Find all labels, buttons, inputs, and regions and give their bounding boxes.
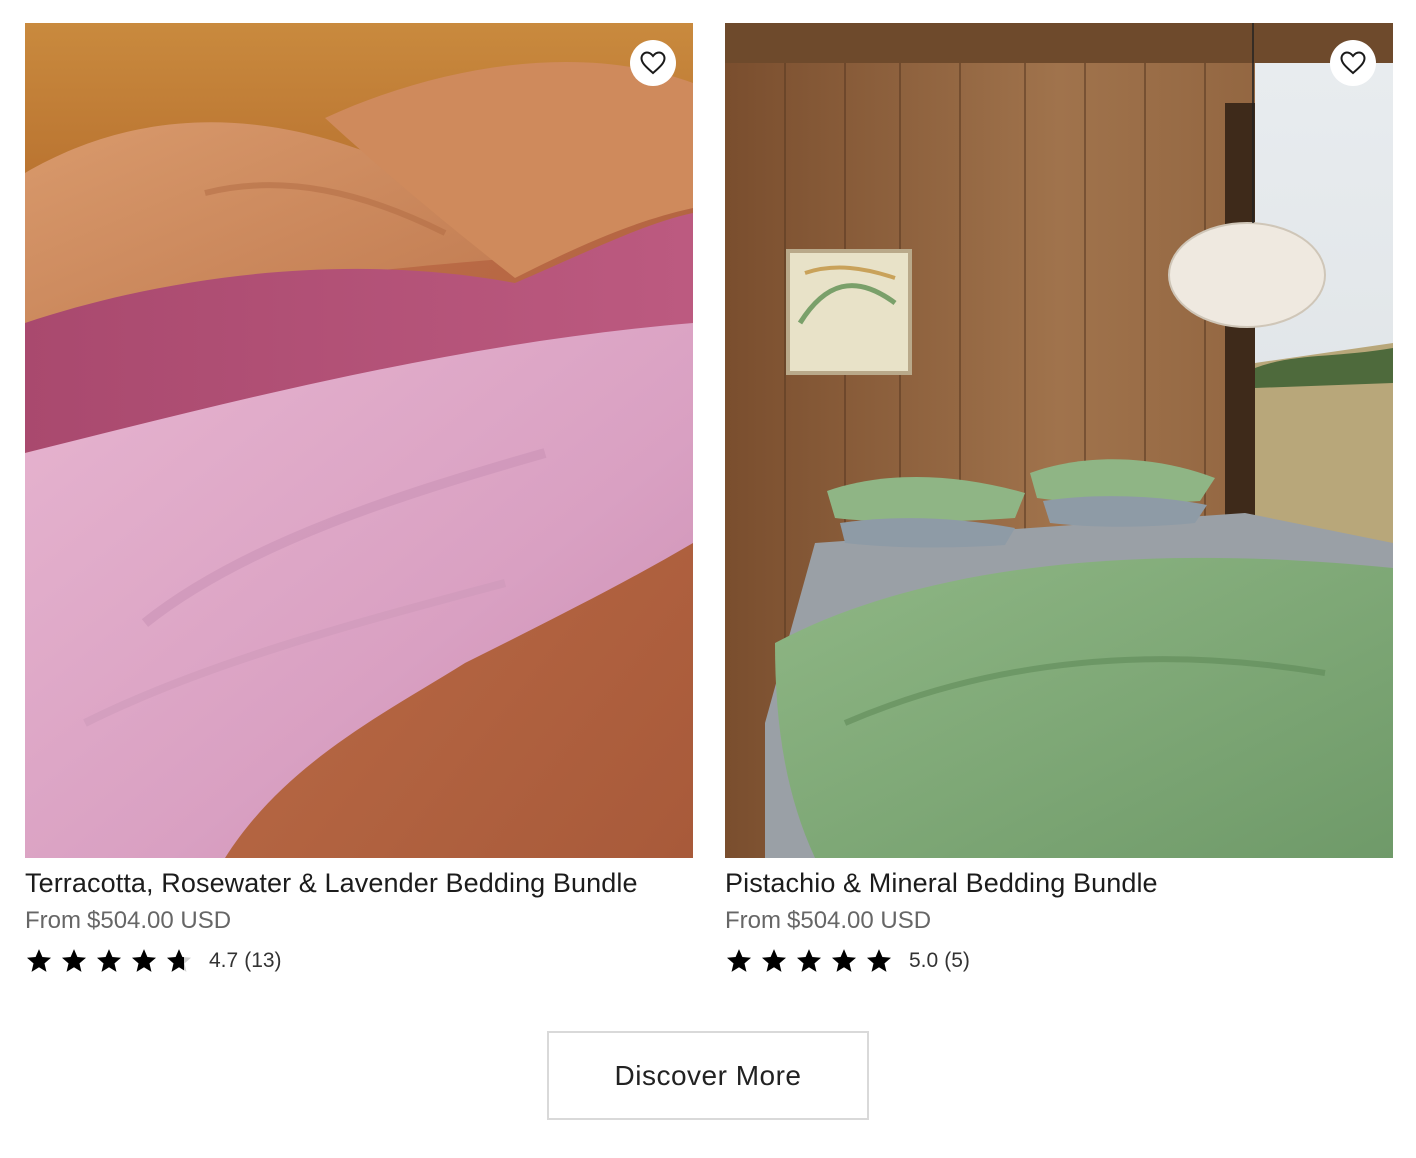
product-card[interactable]: Terracotta, Rosewater & Lavender Bedding… bbox=[25, 23, 693, 976]
product-price: From $504.00 USD bbox=[25, 906, 693, 936]
product-title[interactable]: Terracotta, Rosewater & Lavender Bedding… bbox=[25, 866, 693, 900]
star-icon bbox=[866, 949, 892, 972]
product-image[interactable] bbox=[25, 23, 693, 858]
heart-outline-icon bbox=[1340, 51, 1366, 75]
star-rating bbox=[25, 947, 193, 975]
star-icon bbox=[96, 949, 122, 972]
rating-value: 5.0 bbox=[909, 949, 939, 972]
review-count: (13) bbox=[244, 949, 282, 972]
heart-outline-icon bbox=[640, 51, 666, 75]
star-icon bbox=[61, 949, 87, 972]
star-icon bbox=[726, 949, 752, 972]
star-rating bbox=[725, 947, 893, 975]
rating-summary: 4.7 (13) bbox=[209, 949, 282, 973]
star-icon bbox=[131, 949, 157, 972]
rating-summary: 5.0 (5) bbox=[909, 949, 970, 973]
price-prefix: From bbox=[25, 907, 81, 934]
product-rating[interactable]: 5.0 (5) bbox=[725, 946, 1393, 976]
product-image[interactable] bbox=[725, 23, 1393, 858]
product-title[interactable]: Pistachio & Mineral Bedding Bundle bbox=[725, 866, 1393, 900]
rating-value: 4.7 bbox=[209, 949, 239, 972]
bedding-photo-terracotta bbox=[25, 23, 693, 858]
wishlist-button[interactable] bbox=[1330, 40, 1376, 86]
star-icon bbox=[831, 949, 857, 972]
review-count: (5) bbox=[944, 949, 970, 972]
product-card[interactable]: Pistachio & Mineral Bedding Bundle From $… bbox=[725, 23, 1393, 976]
price-value: $504.00 USD bbox=[87, 907, 232, 934]
star-icon bbox=[796, 949, 822, 972]
bedding-photo-pistachio bbox=[725, 23, 1393, 858]
price-value: $504.00 USD bbox=[787, 907, 932, 934]
discover-more-button[interactable]: Discover More bbox=[547, 1031, 869, 1120]
star-icon bbox=[761, 949, 787, 972]
product-price: From $504.00 USD bbox=[725, 906, 1393, 936]
product-grid: Terracotta, Rosewater & Lavender Bedding… bbox=[25, 23, 1393, 976]
wishlist-button[interactable] bbox=[630, 40, 676, 86]
star-icon bbox=[26, 949, 52, 972]
star-icon bbox=[166, 949, 192, 972]
product-rating[interactable]: 4.7 (13) bbox=[25, 946, 693, 976]
price-prefix: From bbox=[725, 907, 781, 934]
